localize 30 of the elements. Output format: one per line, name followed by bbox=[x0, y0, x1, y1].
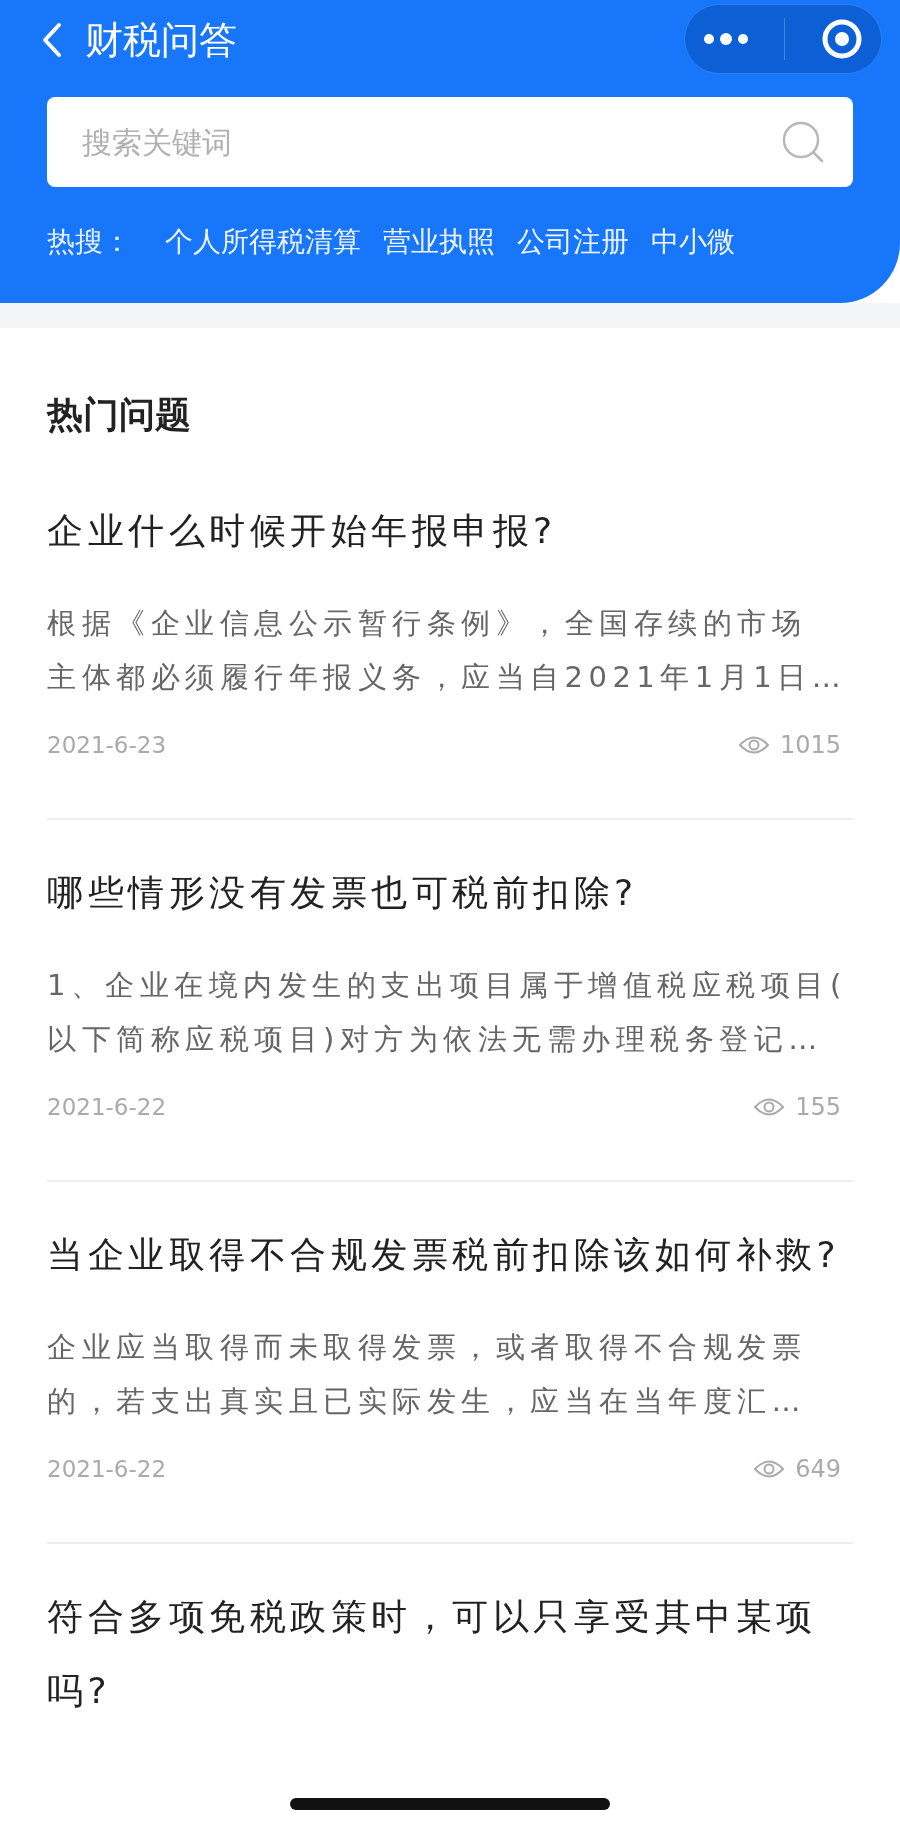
hot-search-link[interactable]: 公司注册 bbox=[517, 223, 629, 261]
post-date: 2021-6-22 bbox=[47, 1456, 167, 1482]
answer-summary-line: 的，若支出真实且已实际发生，应当在当年度汇… bbox=[47, 1383, 806, 1420]
page-title: 财税问答 bbox=[85, 16, 238, 64]
answer-summary-line: 根据《企业信息公示暂行条例》，全国存续的市场 bbox=[47, 605, 806, 642]
eye-icon bbox=[753, 1096, 786, 1118]
search-field[interactable]: 搜索关键词 bbox=[47, 97, 853, 187]
view-count: 155 bbox=[795, 1093, 841, 1121]
question-title[interactable]: 企业什么时候开始年报申报? bbox=[47, 494, 853, 568]
answer-summary-line: 主体都必须履行年报义务，应当自2021年1月1日… bbox=[47, 659, 847, 696]
post-date: 2021-6-23 bbox=[47, 732, 167, 758]
close-target-icon[interactable] bbox=[821, 18, 864, 60]
view-count: 649 bbox=[795, 1455, 841, 1483]
hot-search-label: 热搜： bbox=[47, 224, 131, 260]
question-title[interactable]: 当企业取得不合规发票税前扣除该如何补救? bbox=[47, 1218, 853, 1292]
hot-search-link[interactable]: 营业执照 bbox=[383, 223, 495, 261]
hot-search-link[interactable]: 个人所得税清算 bbox=[165, 223, 361, 261]
back-icon[interactable] bbox=[41, 22, 63, 58]
eye-icon bbox=[753, 1458, 786, 1480]
answer-summary-line: 1、企业在境内发生的支出项目属于增值税应税项目( bbox=[47, 967, 847, 1004]
hot-search-link[interactable]: 中小微 bbox=[651, 223, 735, 261]
question-title[interactable]: 哪些情形没有发票也可税前扣除? bbox=[47, 856, 853, 930]
eye-icon bbox=[737, 734, 770, 756]
more-icon[interactable] bbox=[702, 32, 749, 46]
section-title: 热门问题 bbox=[47, 393, 192, 437]
question-title[interactable]: 符合多项免税政策时，可以只享受其中某项吗? bbox=[47, 1580, 853, 1728]
view-count: 1015 bbox=[779, 731, 841, 759]
post-date: 2021-6-22 bbox=[47, 1094, 167, 1120]
answer-summary-line: 企业应当取得而未取得发票，或者取得不合规发票 bbox=[47, 1329, 806, 1366]
answer-summary-line: 以下简称应税项目)对方为依法无需办理税务登记… bbox=[47, 1021, 823, 1058]
